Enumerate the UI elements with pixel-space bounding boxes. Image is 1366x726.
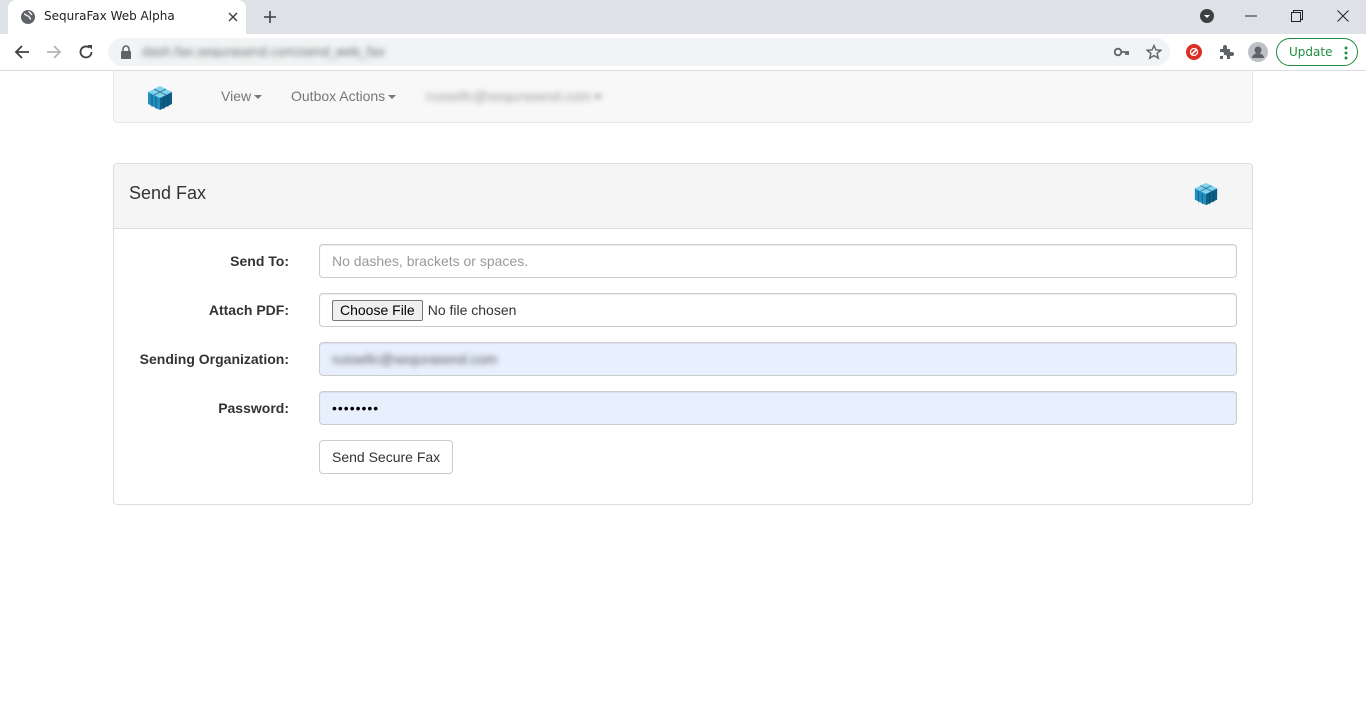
sending-organization-label: Sending Organization: <box>139 351 289 367</box>
profile-icon[interactable] <box>1248 42 1268 62</box>
forward-icon[interactable] <box>42 40 66 64</box>
key-icon[interactable] <box>1114 44 1130 60</box>
lock-icon[interactable] <box>120 45 132 59</box>
choose-file-button[interactable]: Choose File <box>332 299 423 321</box>
send-to-placeholder: No dashes, brackets or spaces. <box>332 253 529 269</box>
nav-view-label: View <box>221 88 252 104</box>
cube-logo-icon <box>1192 181 1220 207</box>
page-title: Send Fax <box>129 183 207 203</box>
caret-down-icon <box>594 95 603 100</box>
send-to-input[interactable]: No dashes, brackets or spaces. <box>319 244 1237 278</box>
minimize-icon[interactable] <box>1228 0 1274 32</box>
back-icon[interactable] <box>10 40 34 64</box>
update-button[interactable]: Update <box>1276 38 1358 66</box>
caret-down-icon <box>254 95 263 100</box>
attach-pdf-label: Attach PDF: <box>208 302 289 318</box>
browser-tabstrip: SequraFax Web Alpha <box>0 0 1366 34</box>
tab-search-icon[interactable] <box>1184 0 1230 32</box>
password-input[interactable]: •••••••• <box>319 391 1237 425</box>
nav-user-label: russellc@sequrasend.com <box>426 88 592 104</box>
restore-icon[interactable] <box>1274 0 1320 32</box>
window-close-icon[interactable] <box>1320 0 1366 32</box>
send-to-label: Send To: <box>230 253 289 269</box>
cube-logo-icon[interactable] <box>145 84 175 112</box>
reload-icon[interactable] <box>74 40 98 64</box>
plus-icon[interactable] <box>258 6 282 28</box>
globe-icon <box>20 9 36 25</box>
nav-outbox-actions-label: Outbox Actions <box>291 88 386 104</box>
app-navbar: View Outbox Actions russellc@sequrasend.… <box>113 71 1253 123</box>
nav-outbox-actions-dropdown[interactable]: Outbox Actions <box>291 88 397 104</box>
browser-tab[interactable]: SequraFax Web Alpha <box>8 0 246 34</box>
attach-pdf-field: Choose File No file chosen <box>319 293 1237 327</box>
file-status-text: No file chosen <box>427 302 517 318</box>
puzzle-icon[interactable] <box>1216 42 1236 62</box>
password-label: Password: <box>218 400 289 416</box>
address-bar[interactable]: dash.fax.sequrasend.com/send_web_fax <box>108 38 1170 66</box>
sending-organization-input[interactable]: russellc@sequrasend.com <box>319 342 1237 376</box>
nav-user-dropdown[interactable]: russellc@sequrasend.com <box>426 88 603 104</box>
sending-organization-value: russellc@sequrasend.com <box>332 351 498 367</box>
url-text: dash.fax.sequrasend.com/send_web_fax <box>142 45 385 59</box>
password-value: •••••••• <box>332 400 380 416</box>
send-fax-panel: Send Fax Send To: No dashes, brackets or… <box>113 163 1253 505</box>
update-label: Update <box>1289 45 1333 59</box>
nav-view-dropdown[interactable]: View <box>221 88 263 104</box>
browser-toolbar: dash.fax.sequrasend.com/send_web_fax Upd… <box>0 34 1366 71</box>
star-icon[interactable] <box>1146 44 1162 60</box>
panel-heading: Send Fax <box>114 164 1252 229</box>
extension-badge-icon[interactable] <box>1184 42 1204 62</box>
tab-title: SequraFax Web Alpha <box>44 9 175 23</box>
close-icon[interactable] <box>224 8 242 26</box>
kebab-menu-icon[interactable] <box>1344 46 1348 60</box>
caret-down-icon <box>388 95 397 100</box>
send-secure-fax-button[interactable]: Send Secure Fax <box>319 440 454 474</box>
